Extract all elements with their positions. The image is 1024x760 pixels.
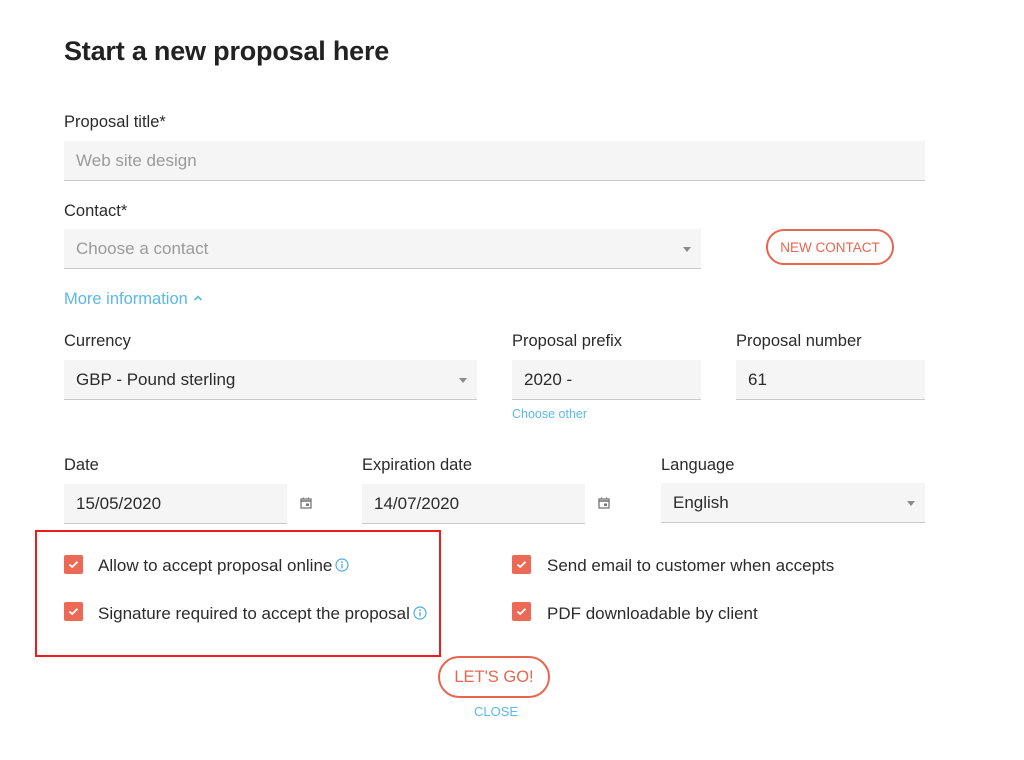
proposal-prefix-value: 2020 -: [524, 369, 573, 389]
expiration-date-input[interactable]: 14/07/2020: [362, 484, 585, 524]
lets-go-button[interactable]: LET'S GO!: [438, 656, 550, 698]
language-value: English: [673, 492, 729, 512]
expiration-date-label: Expiration date: [362, 456, 473, 474]
currency-select[interactable]: GBP - Pound sterling: [64, 360, 477, 400]
currency-label: Currency: [64, 332, 131, 350]
pdf-downloadable-checkbox[interactable]: [512, 602, 531, 621]
new-contact-label: NEW CONTACT: [780, 239, 880, 255]
new-contact-button[interactable]: NEW CONTACT: [766, 229, 894, 265]
dropdown-caret-icon: [683, 246, 691, 252]
proposal-number-value: 61: [748, 369, 767, 389]
contact-label: Contact*: [64, 202, 128, 220]
choose-other-link[interactable]: Choose other: [512, 407, 587, 421]
close-link[interactable]: CLOSE: [474, 704, 518, 719]
proposal-number-input[interactable]: 61: [736, 360, 925, 400]
more-information-toggle[interactable]: More information: [64, 290, 203, 309]
dropdown-caret-icon: [907, 500, 915, 506]
proposal-number-label: Proposal number: [736, 332, 862, 350]
date-input[interactable]: 15/05/2020: [64, 484, 287, 524]
expiration-date-value: 14/07/2020: [374, 493, 460, 513]
checkmark-icon: [516, 561, 527, 569]
contact-placeholder: Choose a contact: [76, 238, 209, 258]
pdf-downloadable-label: PDF downloadable by client: [547, 604, 758, 623]
page-title: Start a new proposal here: [64, 36, 390, 66]
dropdown-caret-icon: [459, 377, 467, 383]
lets-go-label: LET'S GO!: [454, 667, 534, 686]
contact-select[interactable]: Choose a contact: [64, 229, 701, 269]
checkmark-icon: [516, 608, 527, 616]
proposal-prefix-label: Proposal prefix: [512, 332, 623, 350]
send-email-checkbox[interactable]: [512, 555, 531, 574]
proposal-title-input[interactable]: Web site design: [64, 141, 925, 181]
more-information-label: More information: [64, 290, 188, 308]
new-proposal-page: Start a new proposal here Proposal title…: [0, 0, 1024, 760]
chevron-up-icon: [194, 295, 203, 301]
language-label: Language: [661, 456, 735, 474]
date-label: Date: [64, 456, 99, 474]
currency-value: GBP - Pound sterling: [76, 369, 236, 389]
highlight-annotation-box: [35, 530, 441, 657]
proposal-prefix-input[interactable]: 2020 -: [512, 360, 701, 400]
proposal-title-label: Proposal title*: [64, 113, 166, 131]
calendar-icon[interactable]: [300, 497, 312, 509]
date-value: 15/05/2020: [76, 493, 162, 513]
language-select[interactable]: English: [661, 483, 925, 523]
calendar-icon[interactable]: [598, 497, 610, 509]
proposal-title-placeholder: Web site design: [76, 150, 197, 170]
send-email-label: Send email to customer when accepts: [547, 556, 835, 575]
